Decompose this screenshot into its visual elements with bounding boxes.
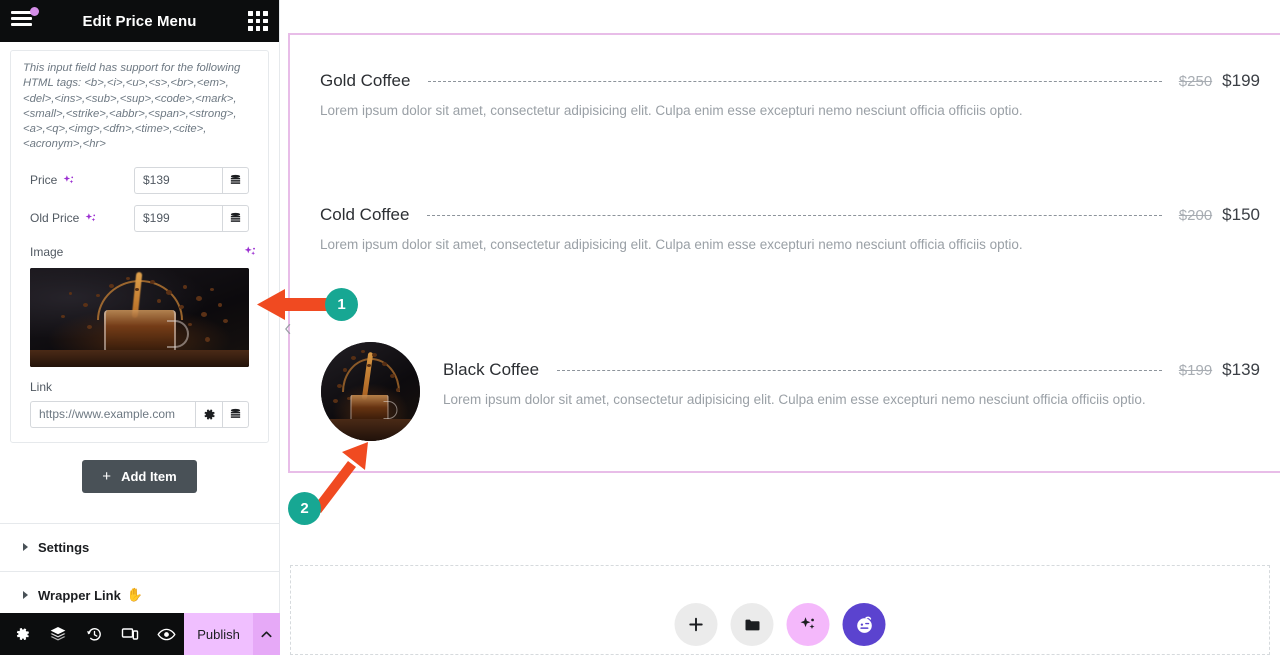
image-field-header: Image <box>21 243 258 259</box>
database-stack-icon[interactable] <box>222 204 249 232</box>
menu-item-description: Lorem ipsum dolor sit amet, consectetur … <box>443 392 1146 407</box>
sparkle-icon[interactable] <box>243 245 256 258</box>
section-settings-label: Settings <box>38 539 90 555</box>
menu-item-description: Lorem ipsum dolor sit amet, consectetur … <box>320 103 1023 118</box>
old-price-input-group <box>134 204 249 232</box>
footer-tools <box>0 613 184 655</box>
old-price-label: Old Price <box>30 211 80 226</box>
table-surface-art <box>30 349 249 367</box>
menu-item-price: $150 <box>1222 205 1260 224</box>
menu-item-title-row: Black Coffee $199 $139 <box>443 342 1260 380</box>
dotted-separator <box>428 81 1162 82</box>
add-item-label: Add Item <box>121 468 177 484</box>
annotation-number: 2 <box>288 492 321 525</box>
gear-icon[interactable] <box>195 400 222 428</box>
dotted-separator <box>427 215 1162 216</box>
price-input[interactable] <box>134 166 222 194</box>
editor-panel: Edit Price Menu This input field has sup… <box>0 0 280 655</box>
annotation-number: 1 <box>325 288 358 321</box>
price-menu-widget[interactable]: Gold Coffee $250 $199 Lorem ipsum dolor … <box>288 33 1280 473</box>
hand-emoji-icon: ✋ <box>126 587 144 603</box>
assistant-face-button[interactable] <box>842 603 886 646</box>
menu-item-old-price: $250 <box>1178 73 1213 90</box>
collapsible-sections: Settings Wrapper Link ✋ <box>0 522 279 620</box>
price-field-row: Price <box>21 166 258 194</box>
menu-item-old-price: $199 <box>1178 362 1213 379</box>
preview-eye-icon[interactable] <box>148 613 184 655</box>
menu-item-row[interactable]: Gold Coffee $250 $199 Lorem ipsum dolor … <box>320 71 1260 121</box>
add-element-button[interactable] <box>674 603 718 646</box>
annotation-badge-2: 2 <box>288 492 321 525</box>
old-price-field-row: Old Price <box>21 204 258 232</box>
panel-header: Edit Price Menu <box>0 0 279 42</box>
responsive-mode-icon[interactable] <box>112 613 148 655</box>
link-label: Link <box>30 379 53 394</box>
section-settings[interactable]: Settings <box>0 522 279 571</box>
editor-canvas: Gold Coffee $250 $199 Lorem ipsum dolor … <box>280 0 1280 655</box>
link-input[interactable] <box>30 400 195 428</box>
hamburger-icon[interactable] <box>11 7 39 31</box>
ai-sparkle-button[interactable] <box>786 603 830 646</box>
section-wrapper-link-label: Wrapper Link ✋ <box>38 587 143 603</box>
dotted-separator <box>557 370 1162 371</box>
menu-item-price: $199 <box>1222 71 1260 90</box>
sparkle-icon[interactable] <box>62 174 75 187</box>
panel-title: Edit Price Menu <box>82 12 197 30</box>
panel-scroll-area[interactable]: This input field has support for the fol… <box>0 42 279 655</box>
price-label: Price <box>30 173 58 188</box>
menu-item-price: $139 <box>1222 360 1260 379</box>
grid-apps-icon[interactable] <box>248 11 268 31</box>
html-tags-note: This input field has support for the fol… <box>23 62 241 151</box>
menu-item-title-row: Gold Coffee $250 $199 <box>320 71 1260 91</box>
add-item-button[interactable]: + Add Item <box>82 459 197 493</box>
menu-item-title: Black Coffee <box>443 360 540 379</box>
price-label-group: Price <box>30 173 134 187</box>
floating-action-bar <box>674 603 886 646</box>
menu-item-row[interactable]: Cold Coffee $200 $150 Lorem ipsum dolor … <box>320 205 1260 255</box>
menu-item-body: Cold Coffee $200 $150 Lorem ipsum dolor … <box>320 205 1260 255</box>
app-root: Edit Price Menu This input field has sup… <box>0 0 1280 655</box>
menu-item-title: Cold Coffee <box>320 205 410 224</box>
repeater-item-controls: This input field has support for the fol… <box>10 50 269 443</box>
database-stack-icon[interactable] <box>222 166 249 194</box>
panel-footer: Publish <box>0 613 280 655</box>
plus-icon: + <box>102 467 112 485</box>
menu-item-description: Lorem ipsum dolor sit amet, consectetur … <box>320 237 1023 252</box>
add-item-wrapper: + Add Item <box>0 443 279 493</box>
old-price-label-group: Old Price <box>30 211 134 225</box>
menu-item-body: Black Coffee $199 $139 Lorem ipsum dolor… <box>443 342 1260 410</box>
menu-item-title-row: Cold Coffee $200 $150 <box>320 205 1260 225</box>
layers-navigator-icon[interactable] <box>40 613 76 655</box>
history-revisions-icon[interactable] <box>76 613 112 655</box>
caret-right-icon <box>23 543 28 552</box>
chevron-up-icon[interactable] <box>253 613 280 655</box>
sparkle-icon[interactable] <box>84 212 97 225</box>
menu-item-body: Gold Coffee $250 $199 Lorem ipsum dolor … <box>320 71 1260 121</box>
image-thumbnail-field[interactable] <box>30 267 249 367</box>
image-label: Image <box>30 244 64 259</box>
link-input-group <box>30 400 249 428</box>
folder-templates-button[interactable] <box>730 603 774 646</box>
database-stack-icon[interactable] <box>222 400 249 428</box>
price-input-group <box>134 166 249 194</box>
old-price-input[interactable] <box>134 204 222 232</box>
publish-button[interactable]: Publish <box>184 613 254 655</box>
wrapper-link-text: Wrapper Link <box>38 587 121 603</box>
annotation-badge-1: 1 <box>325 288 358 321</box>
menu-item-row[interactable]: Black Coffee $199 $139 Lorem ipsum dolor… <box>321 342 1260 441</box>
section-wrapper-link[interactable]: Wrapper Link ✋ <box>0 570 279 619</box>
menu-item-old-price: $200 <box>1178 207 1213 224</box>
settings-gear-icon[interactable] <box>4 613 40 655</box>
caret-right-icon <box>23 591 28 600</box>
menu-item-title: Gold Coffee <box>320 71 411 90</box>
notification-dot-icon <box>30 7 39 16</box>
